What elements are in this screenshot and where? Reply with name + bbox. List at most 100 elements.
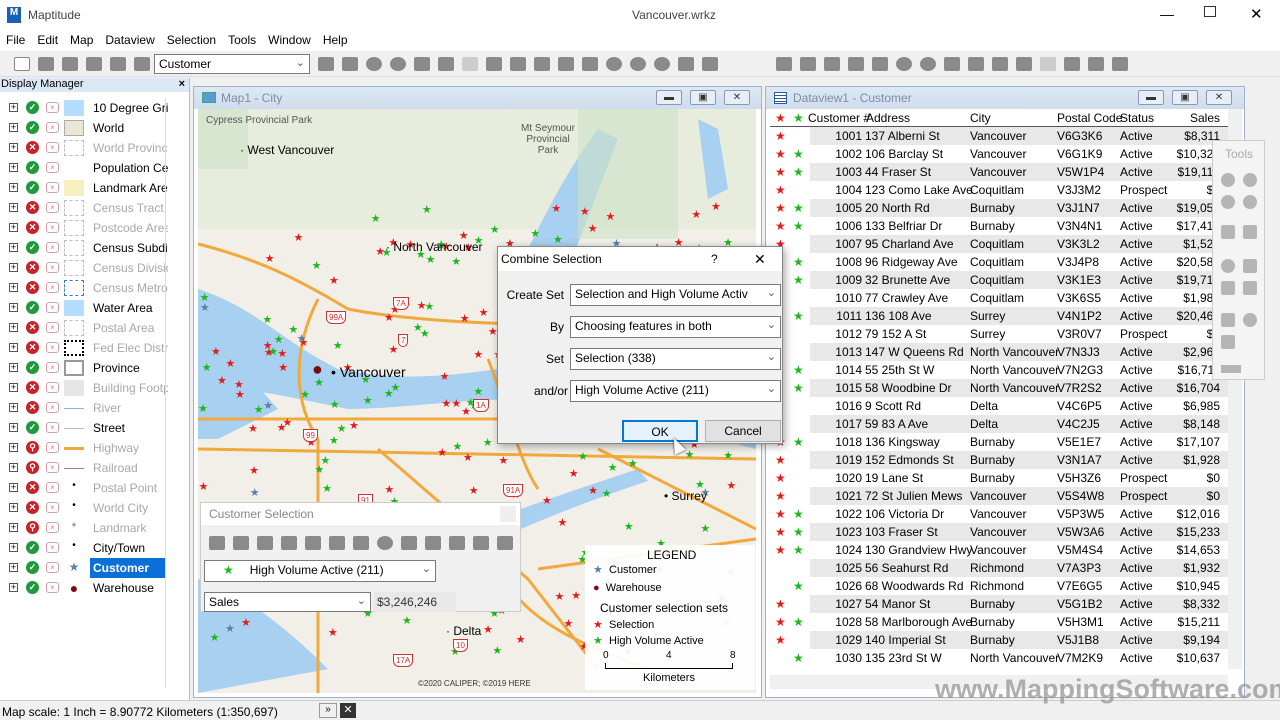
find-icon[interactable] [318,57,334,71]
column-header-customer[interactable]: Customer # [808,111,870,125]
customer-star-icon[interactable]: ★ [254,403,264,416]
layer-style-swatch[interactable] [64,460,84,469]
save-icon[interactable] [62,57,78,71]
table-row[interactable]: 1010 77 Crawley Ave Coquitlam V3K6S5 Active $… [770,289,1230,307]
expand-icon[interactable]: + [9,383,18,392]
visibility-icon[interactable]: ✓ [26,581,39,594]
table-row[interactable]: ★ ★ 1006 133 Belfriar Dr Burnaby V3N4N1 Active… [770,217,1230,235]
table-row[interactable]: ★ ★ 1024 130 Grandview Hwy Vancouver V5M4S4 Ac… [770,541,1230,559]
label-toggle-icon[interactable]: × [46,322,59,333]
expand-icon[interactable]: + [9,463,18,472]
expand-icon[interactable]: + [9,363,18,372]
customer-star-icon[interactable]: ★ [330,398,340,411]
menu-map[interactable]: Map [64,31,99,47]
zoom-out-icon[interactable] [1243,173,1257,187]
expand-icon[interactable]: + [9,523,18,532]
customer-star-icon[interactable]: ★ [235,388,245,401]
expand-icon[interactable]: + [9,343,18,352]
customer-star-icon[interactable]: ★ [211,345,221,358]
customer-star-icon[interactable]: ★ [473,385,483,398]
customer-star-icon[interactable]: ★ [479,306,489,319]
dot-icon[interactable]: • [64,540,84,556]
customer-star-icon[interactable]: ★ [469,484,479,497]
expand-icon[interactable]: + [9,583,18,592]
table-row[interactable]: ★ 1030 135 23rd St W North Vancouver V7M2K9 A… [770,649,1230,667]
label-toggle-icon[interactable]: × [46,142,59,153]
layer-item[interactable]: + ✓ × 10 Degree Grid [6,98,168,118]
layer-item[interactable]: + ✓ × Street [6,418,164,438]
layer-style-swatch[interactable] [64,240,84,256]
expand-icon[interactable]: + [9,303,18,312]
layer-item[interactable]: + ✕ × • World City [6,498,164,518]
customer-star-icon[interactable]: ★ [322,482,332,495]
set-select[interactable]: Selection (338) ⌄ [570,348,781,370]
table-row[interactable]: ★ 1029 140 Imperial St Burnaby V5J1B8 Active $… [770,631,1230,649]
bar-chart-icon[interactable] [414,57,430,71]
customer-star-icon[interactable]: ★ [329,274,339,287]
expand-icon[interactable]: » [319,703,337,718]
visibility-icon[interactable]: ✕ [26,321,39,334]
column-header-address[interactable]: Address [866,111,910,125]
visibility-icon[interactable]: ⚲ [26,521,39,534]
scrollbar[interactable] [165,98,178,688]
visibility-icon[interactable]: ✓ [26,541,39,554]
by-select[interactable]: Choosing features in both ⌄ [570,316,781,338]
select-table-icon[interactable] [425,536,441,550]
expand-icon[interactable]: + [9,263,18,272]
label-toggle-icon[interactable]: × [46,202,59,213]
layer-item[interactable]: + ✓ × ★ Customer [6,558,165,578]
table-row[interactable]: ★ 1020 19 Lane St Burnaby V5H3Z6 Prospect $0 [770,469,1230,487]
pin-icon[interactable] [582,57,598,71]
customer-star-icon[interactable]: ★ [300,388,310,401]
expand-icon[interactable]: + [9,203,18,212]
dot-icon[interactable]: • [64,500,84,516]
customer-star-icon[interactable]: ★ [460,312,470,325]
expand-icon[interactable]: + [9,443,18,452]
add-label-icon[interactable] [1221,313,1235,327]
text-icon[interactable] [800,57,816,71]
add-set-icon[interactable] [353,536,369,550]
pin-icon[interactable]: ● [64,580,84,596]
expand-icon[interactable]: + [9,103,18,112]
customer-star-icon[interactable]: ★ [691,208,701,221]
layer-item[interactable]: + ✕ × Postal Area [6,318,164,338]
expand-icon[interactable]: + [9,223,18,232]
customer-star-icon[interactable]: ★ [723,449,733,462]
select-polygon-icon[interactable] [281,536,297,550]
customer-star-icon[interactable]: ★ [473,348,483,361]
label-toggle-icon[interactable]: × [46,482,59,493]
visibility-icon[interactable]: ✓ [26,301,39,314]
customer-star-icon[interactable]: ★ [451,255,461,268]
layer-style-swatch[interactable] [64,300,84,316]
label-toggle-icon[interactable]: × [46,302,59,313]
layer-style-swatch[interactable] [64,380,84,396]
customer-star-icon[interactable]: ★ [210,631,220,644]
arc-icon[interactable] [1040,57,1056,71]
column-header-postal[interactable]: Postal Code [1057,111,1122,125]
select-shape-icon[interactable] [449,536,465,550]
table-row[interactable]: ★ 1019 152 Edmonds St Burnaby V3N1A7 Active $1… [770,451,1230,469]
close-icon[interactable]: × [179,78,185,90]
layer-item[interactable]: + ⚲ × * Landmark [6,518,164,538]
expand-icon[interactable]: + [9,163,18,172]
customer-star-icon[interactable]: ★ [453,440,463,453]
visibility-icon[interactable]: ✓ [26,101,39,114]
customer-star-icon[interactable]: ★ [249,464,259,477]
table-row[interactable]: ★ 1011 136 108 Ave Surrey V4N1P2 Active $20,46… [770,307,1230,325]
layer-item[interactable]: + ✕ × River [6,398,164,418]
table-row[interactable]: ★ ★ 1023 103 Fraser St Vancouver V5W3A6 Active… [770,523,1230,541]
menu-edit[interactable]: Edit [31,31,64,47]
north-arrow-icon[interactable] [1088,57,1104,71]
arrow-icon[interactable] [992,57,1008,71]
customer-star-icon[interactable]: ★ [551,202,561,215]
table-row[interactable]: ★ 1008 96 Ridgeway Ave Coquitlam V3J4P8 Activ… [770,253,1230,271]
layer-item[interactable]: + ✕ × Postcode Area [6,218,168,238]
visibility-icon[interactable]: ✓ [26,361,39,374]
layer-item[interactable]: + ✓ × ● Warehouse [6,578,164,598]
visibility-icon[interactable]: ✕ [26,221,39,234]
new-icon[interactable] [14,57,30,71]
customer-star-icon[interactable]: ★ [492,644,502,657]
minimize-button[interactable]: — [1160,6,1174,22]
label-toggle-icon[interactable]: × [46,422,59,433]
curved-text-icon[interactable] [824,57,840,71]
